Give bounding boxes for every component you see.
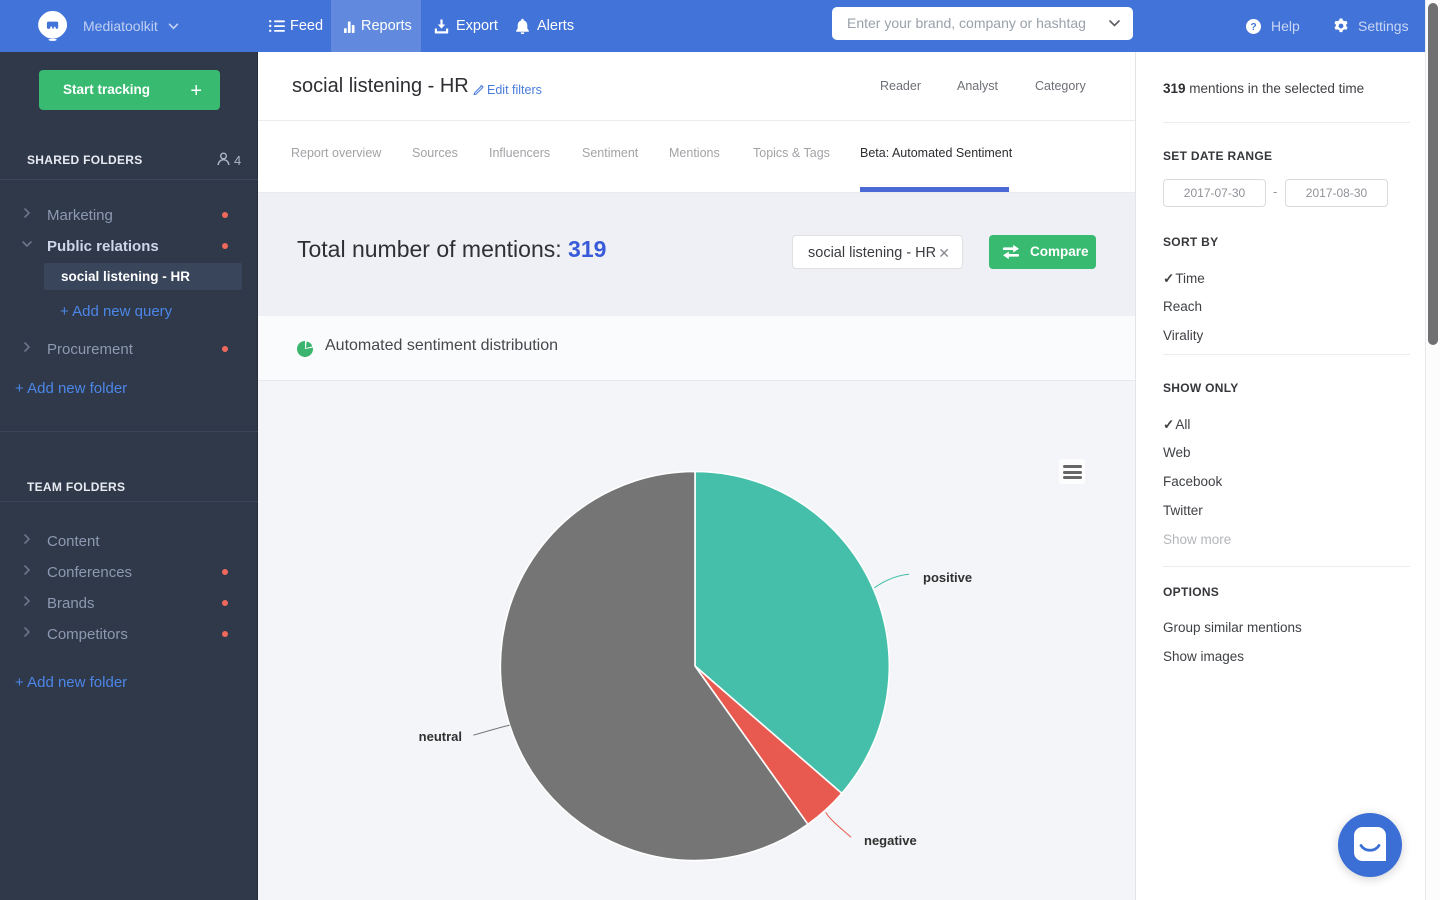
svg-text:?: ? (1250, 22, 1256, 33)
svg-text:negative: negative (864, 833, 917, 848)
svg-text:positive: positive (923, 570, 972, 585)
svg-text:neutral: neutral (419, 729, 462, 744)
